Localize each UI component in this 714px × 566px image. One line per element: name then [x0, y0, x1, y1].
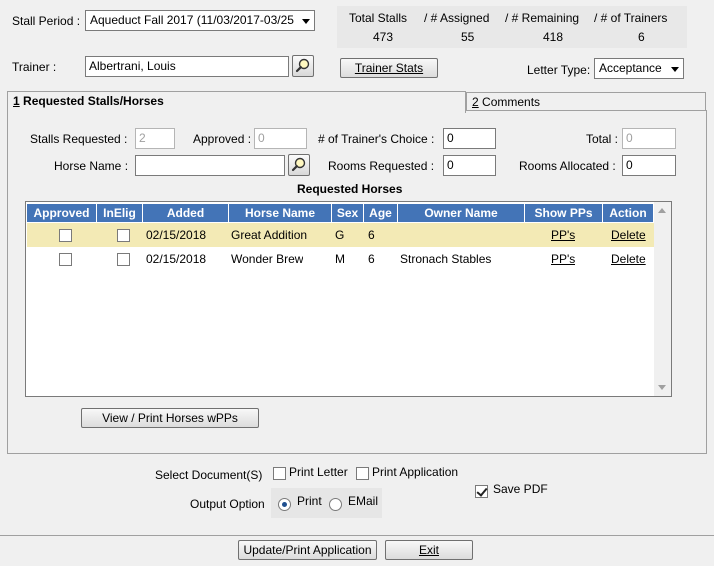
print-letter-checkbox[interactable]	[273, 467, 286, 480]
print-radio-label: Print	[297, 494, 322, 508]
chevron-down-icon	[671, 67, 679, 72]
footer-divider	[0, 535, 714, 536]
letter-type-value: Acceptance	[599, 61, 662, 75]
stall-period-select[interactable]: Aqueduct Fall 2017 (11/03/2017-03/25	[85, 10, 315, 31]
col-horse-name[interactable]: Horse Name	[229, 204, 332, 222]
sex-cell: G	[335, 228, 345, 242]
horse-name-cell: Wonder Brew	[231, 252, 304, 266]
tab-comments[interactable]: 2 Comments	[466, 92, 706, 112]
rooms-allocated-field[interactable]: 0	[622, 155, 676, 176]
print-application-checkbox[interactable]	[356, 467, 369, 480]
age-cell: 6	[368, 228, 375, 242]
email-radio-label: EMail	[348, 494, 379, 508]
delete-link[interactable]: Delete	[611, 247, 646, 271]
sex-cell: M	[335, 252, 345, 266]
approved-field: 0	[254, 128, 307, 149]
rooms-requested-label: Rooms Requested :	[328, 159, 435, 173]
tab-comments-key: 2	[472, 95, 479, 109]
trainer-search-button[interactable]	[292, 55, 314, 77]
assigned-label: / # Assigned	[424, 11, 490, 25]
remaining-label: / # Remaining	[505, 11, 580, 25]
total-label: Total :	[586, 132, 619, 146]
rooms-allocated-label: Rooms Allocated :	[519, 159, 616, 173]
tab-requested-stalls[interactable]: 1 Requested Stalls/Horses	[7, 91, 466, 113]
age-cell: 6	[368, 252, 375, 266]
trainer-stats-button[interactable]: Trainer Stats	[340, 58, 438, 78]
trainer-input[interactable]: Albertrani, Louis	[85, 56, 289, 77]
trainers-value: 6	[638, 30, 645, 44]
save-pdf-label: Save PDF	[493, 482, 548, 496]
trainers-choice-field[interactable]: 0	[443, 128, 496, 149]
approved-checkbox[interactable]	[59, 229, 72, 242]
inelig-checkbox[interactable]	[117, 253, 130, 266]
pps-link[interactable]: PP's	[551, 223, 575, 247]
print-letter-label: Print Letter	[289, 465, 348, 479]
requested-horses-title: Requested Horses	[297, 182, 403, 196]
trainers-label: / # of Trainers	[594, 11, 668, 25]
total-stalls-label: Total Stalls	[349, 11, 408, 25]
stall-stats-panel: Total Stalls 473 / # Assigned 55 / # Rem…	[337, 6, 687, 48]
scroll-down-icon[interactable]	[658, 385, 666, 390]
print-radio[interactable]	[278, 498, 291, 511]
total-stalls-value: 473	[373, 30, 394, 44]
magnifier-icon	[295, 58, 310, 73]
col-action[interactable]: Action	[603, 204, 654, 222]
horse-name-input[interactable]	[135, 155, 285, 176]
horse-search-button[interactable]	[288, 154, 310, 176]
col-age[interactable]: Age	[364, 204, 398, 222]
stall-period-label: Stall Period :	[12, 14, 81, 28]
col-approved[interactable]: Approved	[27, 204, 97, 222]
col-added[interactable]: Added	[143, 204, 229, 222]
added-cell: 02/15/2018	[146, 228, 207, 242]
print-application-label: Print Application	[372, 465, 459, 479]
horse-name-cell: Great Addition	[231, 228, 308, 242]
approved-checkbox[interactable]	[59, 253, 72, 266]
scroll-up-icon[interactable]	[658, 208, 666, 213]
inelig-checkbox[interactable]	[117, 229, 130, 242]
owner-name-cell: Stronach Stables	[400, 252, 492, 266]
table-row[interactable]: 02/15/2018 Wonder Brew M 6 Stronach Stab…	[27, 247, 654, 271]
stalls-requested-field: 2	[135, 128, 175, 149]
col-owner-name[interactable]: Owner Name	[398, 204, 525, 222]
view-print-horses-button[interactable]: View / Print Horses wPPs	[81, 408, 259, 428]
exit-button-label: Exit	[418, 543, 439, 557]
save-pdf-checkbox[interactable]	[475, 485, 488, 498]
total-field: 0	[622, 128, 676, 149]
col-inelig[interactable]: InElig	[97, 204, 143, 222]
requested-horses-table: Approved InElig Added Horse Name Sex Age…	[25, 201, 672, 397]
col-sex[interactable]: Sex	[332, 204, 364, 222]
output-option-label: Output Option	[190, 497, 265, 511]
stall-period-value: Aqueduct Fall 2017 (11/03/2017-03/25	[90, 13, 294, 27]
trainers-choice-label: # of Trainer's Choice :	[318, 132, 435, 146]
magnifier-icon	[291, 157, 306, 172]
select-document-label: Select Document(S)	[155, 468, 263, 482]
email-radio[interactable]	[329, 498, 342, 511]
trainer-stats-button-label: Trainer Stats	[354, 61, 424, 75]
horse-name-label: Horse Name :	[54, 159, 129, 173]
tab-requested-stalls-key: 1	[13, 94, 20, 108]
approved-label: Approved :	[193, 132, 252, 146]
update-print-application-button[interactable]: Update/Print Application	[238, 540, 377, 560]
rooms-requested-field[interactable]: 0	[443, 155, 496, 176]
col-show-pps[interactable]: Show PPs	[525, 204, 603, 222]
pps-link[interactable]: PP's	[551, 247, 575, 271]
exit-button[interactable]: Exit	[385, 540, 473, 560]
remaining-value: 418	[543, 30, 564, 44]
assigned-value: 55	[461, 30, 475, 44]
chevron-down-icon	[302, 19, 310, 24]
table-row[interactable]: 02/15/2018 Great Addition G 6 PP's Delet…	[27, 223, 654, 247]
trainer-label: Trainer :	[12, 60, 57, 74]
tab-requested-stalls-label: Requested Stalls/Horses	[19, 94, 164, 108]
tab-comments-label: Comments	[478, 95, 541, 109]
letter-type-select[interactable]: Acceptance	[594, 58, 684, 79]
letter-type-label: Letter Type:	[527, 63, 591, 77]
stalls-requested-label: Stalls Requested :	[30, 132, 128, 146]
delete-link[interactable]: Delete	[611, 223, 646, 247]
added-cell: 02/15/2018	[146, 252, 207, 266]
table-scrollbar[interactable]	[654, 202, 671, 396]
